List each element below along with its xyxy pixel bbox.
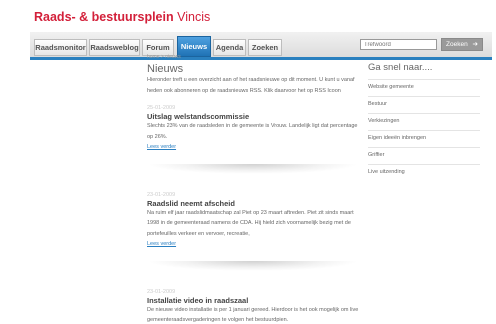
- sidebar-link-griffier[interactable]: Griffier: [368, 147, 480, 164]
- article-title[interactable]: Raadslid neemt afscheid: [147, 199, 359, 208]
- site-title-sub: Vincis: [177, 10, 211, 24]
- divider: [147, 260, 359, 271]
- intro-text: Hieronder treft u een overzicht aan of h…: [147, 77, 355, 94]
- sidebar-link-bestuur[interactable]: Bestuur: [368, 96, 480, 113]
- sidebar-link-eigen-ideeen[interactable]: Eigen ideeën inbrengen: [368, 130, 480, 147]
- sidebar: Ga snel naar.... Website gemeente Bestuu…: [368, 62, 480, 181]
- sidebar-link-website-gemeente[interactable]: Website gemeente: [368, 79, 480, 96]
- article-body: Slechts 23% van de raadsleden in de geme…: [147, 123, 358, 140]
- breadcrumb: home > nieuws: [147, 54, 181, 60]
- arrow-right-icon: ➔: [472, 41, 478, 48]
- site-title-main: Raads- & bestuursplein: [34, 10, 174, 24]
- main-content: home > nieuws Nieuws Hieronder treft u e…: [147, 54, 359, 324]
- divider: [147, 163, 359, 174]
- article-date: 25-01-2009: [147, 105, 176, 111]
- article-body: Na ruim elf jaar raadslidmaatschap zal P…: [147, 209, 354, 237]
- article-body: De nieuwe video installatie is per 1 jan…: [147, 306, 359, 324]
- site-title[interactable]: Raads- & bestuursplein Vincis: [34, 10, 210, 24]
- search-button-label: Zoeken: [446, 41, 468, 48]
- sidebar-link-verkiezingen[interactable]: Verkiezingen: [368, 113, 480, 130]
- read-more-link[interactable]: Lees verder: [147, 239, 359, 250]
- article-date: 23-01-2009: [147, 191, 176, 198]
- article-title[interactable]: Uitslag welstandscommissie: [147, 112, 359, 121]
- tab-raadsmonitor[interactable]: Raadsmonitor: [34, 39, 87, 56]
- search-input[interactable]: [360, 39, 437, 50]
- read-more-link[interactable]: Lees verder: [147, 142, 359, 153]
- page-title: Nieuws: [147, 63, 184, 75]
- sidebar-title: Ga snel naar....: [368, 62, 433, 73]
- article-date: 23-01-2009: [147, 288, 176, 295]
- tab-raadsweblog[interactable]: Raadsweblog: [89, 39, 140, 56]
- article-title[interactable]: Installatie video in raadszaal: [147, 296, 359, 305]
- sidebar-link-live-uitzending[interactable]: Live uitzending: [368, 164, 480, 181]
- search-button[interactable]: Zoeken ➔: [441, 38, 483, 51]
